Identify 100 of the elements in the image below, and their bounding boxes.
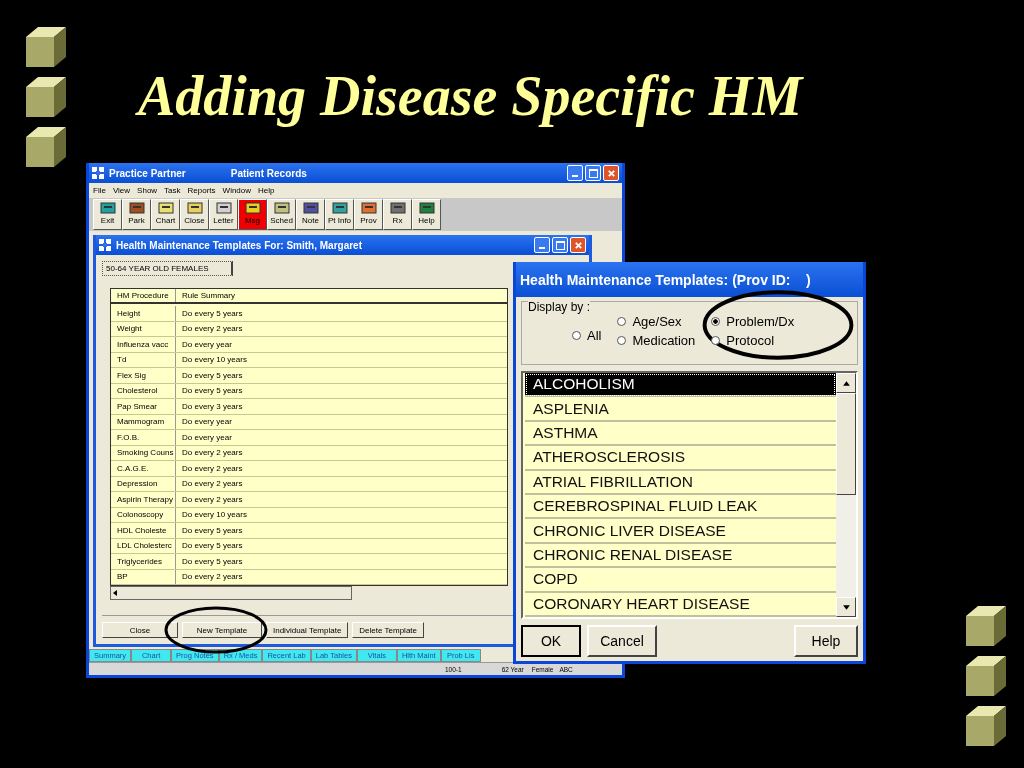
radio-option[interactable]: All bbox=[572, 327, 602, 343]
table-cell-text: Do every year bbox=[181, 338, 233, 351]
push-button[interactable]: Delete Template bbox=[352, 622, 424, 638]
toolbar-button[interactable]: Pt Info bbox=[325, 199, 354, 230]
table-cell-text: Do every 5 years bbox=[181, 369, 244, 382]
radio-option[interactable]: Protocol bbox=[711, 333, 795, 348]
radio-option[interactable]: Age/Sex bbox=[617, 314, 696, 329]
cube-icon bbox=[24, 25, 68, 69]
close-button[interactable] bbox=[570, 237, 586, 253]
cube-icon bbox=[24, 125, 68, 169]
list-item[interactable]: CEREBROSPINAL FLUID LEAK bbox=[525, 495, 836, 520]
push-button[interactable]: New Template bbox=[182, 622, 262, 638]
group-tab[interactable]: 50-64 YEAR OLD FEMALES bbox=[102, 261, 233, 276]
close-icon bbox=[573, 240, 583, 250]
toolbar-button[interactable]: Park bbox=[122, 199, 151, 230]
list-item[interactable]: ATHEROSCLEROSIS bbox=[525, 446, 836, 471]
scroll-left-arrow-icon bbox=[111, 589, 119, 597]
toolbar-button[interactable]: Chart bbox=[151, 199, 180, 230]
menu-item[interactable]: File bbox=[93, 186, 106, 195]
list-item[interactable]: ASTHMA bbox=[525, 421, 836, 447]
toolbar-icon bbox=[359, 201, 378, 215]
push-button[interactable]: Help bbox=[794, 625, 858, 657]
scroll-up-button[interactable] bbox=[836, 373, 856, 393]
table-cell-text: Do every 2 years bbox=[181, 478, 244, 491]
horizontal-scrollbar[interactable] bbox=[110, 586, 352, 600]
radio-option[interactable]: Problem/Dx bbox=[711, 314, 795, 329]
push-button[interactable]: Cancel bbox=[587, 625, 657, 657]
push-button[interactable]: OK bbox=[521, 625, 581, 657]
minimize-button[interactable] bbox=[567, 165, 583, 181]
table-cell: Smoking Couns bbox=[111, 445, 176, 460]
toolbar-button[interactable]: Sched bbox=[267, 199, 296, 230]
column-header[interactable]: HM Procedure bbox=[111, 289, 176, 302]
toolbar-icon bbox=[98, 201, 117, 215]
list-item[interactable]: CORONARY HEART DISEASE bbox=[525, 592, 836, 618]
vertical-scrollbar[interactable] bbox=[836, 373, 856, 617]
table-cell-text: Do every 2 years bbox=[181, 493, 244, 506]
toolbar-icon bbox=[185, 201, 204, 215]
list-item[interactable]: ALCOHOLISM bbox=[525, 373, 836, 398]
toolbar-icon bbox=[388, 201, 407, 215]
toolbar-icon bbox=[156, 201, 175, 215]
table-cell: Colonoscopy bbox=[111, 507, 176, 522]
table-cell-text: Do every 5 years bbox=[181, 555, 244, 568]
menu-item[interactable]: Task bbox=[164, 186, 181, 195]
list-item[interactable]: ATRIAL FIBRILLATION bbox=[525, 470, 836, 496]
scrollbar-thumb[interactable] bbox=[836, 393, 856, 495]
cube-icon bbox=[964, 654, 1008, 698]
table-cell-text: Do every year bbox=[181, 431, 233, 444]
radio-button[interactable] bbox=[572, 330, 581, 340]
list-item[interactable]: CHRONIC RENAL DISEASE bbox=[525, 543, 836, 569]
toolbar-button[interactable]: Letter bbox=[209, 199, 238, 230]
list-item[interactable]: COPD bbox=[525, 568, 836, 593]
maximize-button[interactable] bbox=[585, 165, 601, 181]
table-cell-text: Do every 2 years bbox=[181, 571, 244, 584]
table-cell: Depression bbox=[111, 476, 176, 491]
app-logo-icon bbox=[92, 167, 104, 179]
menu-item[interactable]: Show bbox=[137, 186, 158, 195]
minimize-button[interactable] bbox=[534, 237, 550, 253]
radio-button[interactable] bbox=[711, 317, 721, 326]
menu-item[interactable]: Reports bbox=[187, 186, 216, 195]
radio-button[interactable] bbox=[711, 336, 721, 345]
list-item[interactable]: CHRONIC LIVER DISEASE bbox=[525, 519, 836, 544]
toolbar-button[interactable]: Note bbox=[296, 199, 325, 230]
column-header[interactable]: Rule Summary bbox=[176, 289, 507, 302]
toolbar-button[interactable]: Rx bbox=[383, 199, 412, 230]
toolbar-button[interactable]: Msg bbox=[238, 199, 267, 230]
table-cell: Triglycerides bbox=[111, 554, 176, 569]
table-cell-text: Do every 5 years bbox=[181, 307, 244, 320]
menu-item[interactable]: View bbox=[112, 186, 131, 195]
table-cell-text: Do every 10 years bbox=[181, 354, 248, 367]
toolbar-button[interactable]: Prov bbox=[354, 199, 383, 230]
toolbar-icon bbox=[127, 201, 146, 215]
radio-button[interactable] bbox=[617, 317, 627, 326]
close-button[interactable] bbox=[603, 165, 619, 181]
toolbar-button[interactable]: Close bbox=[180, 199, 209, 230]
down-arrow-icon bbox=[841, 602, 851, 612]
table-cell-text: Do every 5 years bbox=[181, 385, 244, 398]
cube-icon bbox=[964, 604, 1008, 648]
table-cell-text: Do every 2 years bbox=[181, 462, 244, 475]
toolbar-icon bbox=[301, 201, 320, 215]
push-button[interactable]: Close bbox=[102, 622, 178, 638]
scroll-down-button[interactable] bbox=[836, 597, 856, 617]
radio-button[interactable] bbox=[617, 336, 627, 345]
toolbar-icon bbox=[272, 201, 291, 215]
radio-option[interactable]: Medication bbox=[617, 333, 696, 348]
menu-item[interactable]: Help bbox=[258, 186, 275, 195]
toolbar-icon bbox=[417, 201, 436, 215]
table-cell-text: Do every 2 years bbox=[181, 323, 244, 336]
maximize-button[interactable] bbox=[552, 237, 568, 253]
cube-icon bbox=[964, 704, 1008, 748]
toolbar-button[interactable]: Help bbox=[412, 199, 441, 230]
table-cell-text: Do every 5 years bbox=[181, 540, 244, 553]
table-cell: F.O.B. bbox=[111, 430, 176, 445]
push-button[interactable]: Individual Template bbox=[266, 622, 349, 638]
up-arrow-icon bbox=[841, 378, 851, 388]
menu-item[interactable]: Window bbox=[222, 186, 252, 195]
toolbar-icon bbox=[243, 201, 262, 215]
table-cell-text: Do every 10 years bbox=[181, 509, 248, 522]
table-cell: Influenza vacc bbox=[111, 337, 176, 352]
list-item[interactable]: ASPLENIA bbox=[525, 397, 836, 422]
toolbar-button[interactable]: Exit bbox=[93, 199, 122, 230]
